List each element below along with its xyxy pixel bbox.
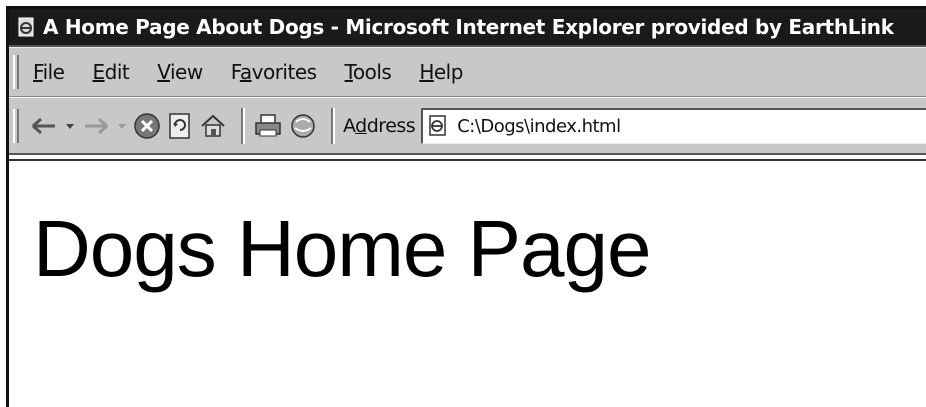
back-dropdown-button[interactable]	[65, 110, 75, 142]
back-button[interactable]	[29, 110, 59, 142]
standard-toolbar: Address C:\Dogs\index.html	[9, 97, 926, 155]
forward-icon	[85, 117, 108, 134]
title-bar[interactable]: A Home Page About Dogs - Microsoft Inter…	[9, 9, 926, 47]
stop-icon	[134, 112, 160, 139]
menu-help[interactable]: Help	[419, 60, 463, 84]
media-icon	[291, 113, 315, 138]
menu-edit[interactable]: Edit	[92, 60, 129, 84]
stop-button[interactable]	[133, 110, 161, 142]
menu-file[interactable]: File	[33, 60, 65, 84]
address-label: Address	[343, 114, 416, 137]
refresh-icon	[169, 112, 190, 139]
menu-tools[interactable]: Tools	[345, 60, 392, 84]
home-button[interactable]	[199, 110, 227, 142]
page-heading: Dogs Home Page	[33, 204, 651, 293]
page-content: Dogs Home Page	[9, 159, 926, 407]
forward-dropdown-icon	[118, 123, 126, 129]
toolbar-grip[interactable]	[13, 108, 19, 143]
address-bar[interactable]: C:\Dogs\index.html	[421, 107, 926, 144]
menu-favorites[interactable]: Favorites	[231, 60, 317, 84]
toolbar-separator-address	[331, 107, 335, 144]
print-button[interactable]	[253, 110, 283, 142]
menu-bar: File Edit View Favorites Tools Help	[9, 47, 926, 97]
print-icon	[255, 113, 281, 136]
back-icon	[32, 117, 55, 134]
window-title: A Home Page About Dogs - Microsoft Inter…	[43, 15, 894, 39]
toolbar-separator	[241, 107, 245, 144]
home-icon	[201, 114, 225, 137]
refresh-button[interactable]	[167, 110, 193, 142]
back-dropdown-icon	[66, 123, 74, 129]
forward-button[interactable]	[81, 110, 111, 142]
menubar-grip[interactable]	[13, 55, 19, 89]
address-input[interactable]: C:\Dogs\index.html	[457, 116, 621, 137]
ie-page-icon	[15, 15, 39, 39]
forward-dropdown-button[interactable]	[117, 110, 127, 142]
media-button[interactable]	[289, 110, 317, 142]
browser-window: A Home Page About Dogs - Microsoft Inter…	[6, 6, 926, 407]
ie-document-icon	[427, 115, 449, 137]
menu-view[interactable]: View	[157, 60, 203, 84]
